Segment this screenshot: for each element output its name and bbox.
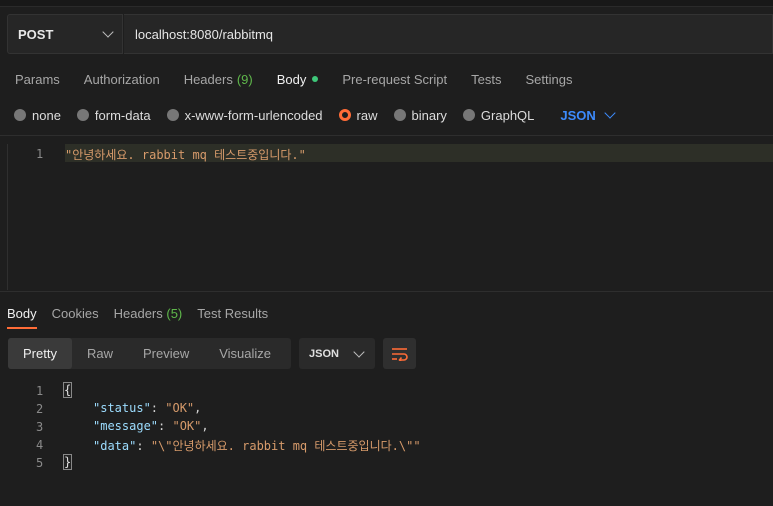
tab-label: Cookies	[51, 306, 99, 321]
tab-settings[interactable]: Settings	[525, 71, 572, 87]
pane-divider[interactable]	[0, 291, 773, 292]
line-number: 4	[36, 438, 44, 452]
radio-none[interactable]: none	[14, 108, 61, 123]
close-brace: }	[62, 454, 73, 470]
chevron-down-icon	[102, 26, 114, 38]
radio-circle-icon	[14, 109, 26, 121]
line-number: 3	[36, 420, 44, 434]
json-field-message: "message": "OK",	[93, 419, 209, 433]
radio-label: GraphQL	[480, 107, 535, 123]
tab-label: Pre-request Script	[342, 71, 448, 87]
json-comma: ,	[201, 419, 209, 433]
json-value: "OK"	[165, 401, 195, 415]
response-tabs: Body Cookies Headers (5) Test Results	[7, 306, 283, 330]
tab-authorization[interactable]: Authorization	[84, 71, 160, 87]
url-input[interactable]: localhost:8080/rabbitmq	[124, 14, 773, 54]
response-tab-headers[interactable]: Headers (5)	[114, 306, 183, 330]
chevron-down-icon	[353, 345, 365, 358]
json-key: "data"	[93, 439, 137, 453]
tab-headers[interactable]: Headers (9)	[184, 71, 253, 87]
radio-circle-icon	[166, 109, 179, 121]
open-brace: {	[62, 382, 73, 398]
radio-selected-icon	[338, 109, 351, 121]
tab-label: Test Results	[197, 306, 269, 321]
body-type-radio-group: none form-data x-www-form-urlencoded raw…	[14, 107, 616, 123]
headers-count-badge: (5)	[166, 306, 183, 321]
radio-raw[interactable]: raw	[338, 107, 378, 123]
body-format-label: JSON	[560, 107, 596, 123]
chevron-down-icon	[604, 107, 616, 119]
json-key: "message"	[93, 419, 159, 433]
radio-label: binary	[411, 107, 447, 123]
view-label: Preview	[142, 346, 190, 361]
divider	[0, 135, 773, 136]
view-preview-button[interactable]: Preview	[128, 338, 204, 369]
method-label: POST	[18, 26, 54, 42]
request-body-editor[interactable]: 1 "안녕하세요. rabbit mq 테스트중입니다."	[7, 144, 773, 290]
view-label: Visualize	[219, 346, 272, 361]
method-select[interactable]: POST	[7, 14, 123, 54]
wrap-lines-button[interactable]	[383, 338, 416, 369]
line-number: 1	[36, 384, 44, 398]
radio-circle-icon	[462, 109, 475, 121]
radio-form-data[interactable]: form-data	[76, 107, 151, 123]
response-format-select[interactable]: JSON	[299, 338, 375, 369]
line-number: 1	[36, 147, 44, 161]
body-format-select[interactable]: JSON	[560, 107, 616, 123]
view-label: Raw	[86, 346, 113, 361]
response-tab-body[interactable]: Body	[7, 306, 37, 330]
tab-tests[interactable]: Tests	[471, 71, 501, 87]
view-raw-button[interactable]: Raw	[72, 338, 128, 369]
tab-label: Body	[276, 71, 307, 87]
tab-params[interactable]: Params	[15, 71, 60, 87]
json-field-data: "data": "\"안녕하세요. rabbit mq 테스트중입니다.\""	[93, 439, 421, 453]
tab-body[interactable]: Body	[277, 71, 319, 87]
radio-binary[interactable]: binary	[393, 107, 447, 123]
radio-circle-icon	[393, 109, 406, 121]
line-number: 5	[36, 456, 44, 470]
json-comma: ,	[194, 401, 202, 415]
tab-label: Authorization	[83, 71, 160, 87]
radio-label: form-data	[94, 107, 151, 123]
line-number: 2	[36, 402, 44, 416]
tab-label: Headers	[113, 306, 163, 321]
response-tab-test-results[interactable]: Test Results	[197, 306, 268, 330]
tab-pre-request-script[interactable]: Pre-request Script	[342, 71, 447, 87]
response-tab-cookies[interactable]: Cookies	[52, 306, 99, 330]
json-value: "OK"	[172, 419, 202, 433]
response-view-switcher: Pretty Raw Preview Visualize	[8, 338, 291, 369]
tab-label: Body	[7, 306, 37, 321]
radio-x-www-form-urlencoded[interactable]: x-www-form-urlencoded	[166, 107, 323, 123]
tab-label: Headers	[183, 71, 233, 87]
request-tabs: Params Authorization Headers (9) Body Pre…	[15, 71, 596, 87]
radio-label: none	[32, 107, 61, 123]
wrap-lines-icon	[391, 347, 408, 361]
json-key: "status"	[93, 401, 151, 415]
tab-label: Params	[15, 71, 60, 87]
request-body-code: "안녕하세요. rabbit mq 테스트중입니다."	[65, 148, 306, 162]
body-indicator-dot-icon	[312, 76, 319, 82]
radio-label: raw	[356, 107, 378, 123]
window-top-bar	[0, 0, 773, 7]
json-value: "\"안녕하세요. rabbit mq 테스트중입니다.\""	[150, 439, 421, 453]
radio-graphql[interactable]: GraphQL	[462, 107, 535, 123]
tab-label: Settings	[525, 71, 573, 87]
view-pretty-button[interactable]: Pretty	[8, 338, 72, 369]
url-text: localhost:8080/rabbitmq	[135, 26, 274, 42]
tab-label: Tests	[471, 71, 502, 87]
json-field-status: "status": "OK",	[93, 401, 202, 415]
response-format-label: JSON	[309, 347, 339, 360]
headers-count-badge: (9)	[236, 71, 253, 87]
view-visualize-button[interactable]: Visualize	[204, 338, 286, 369]
view-label: Pretty	[23, 346, 57, 361]
radio-circle-icon	[76, 109, 89, 121]
radio-label: x-www-form-urlencoded	[184, 107, 323, 123]
